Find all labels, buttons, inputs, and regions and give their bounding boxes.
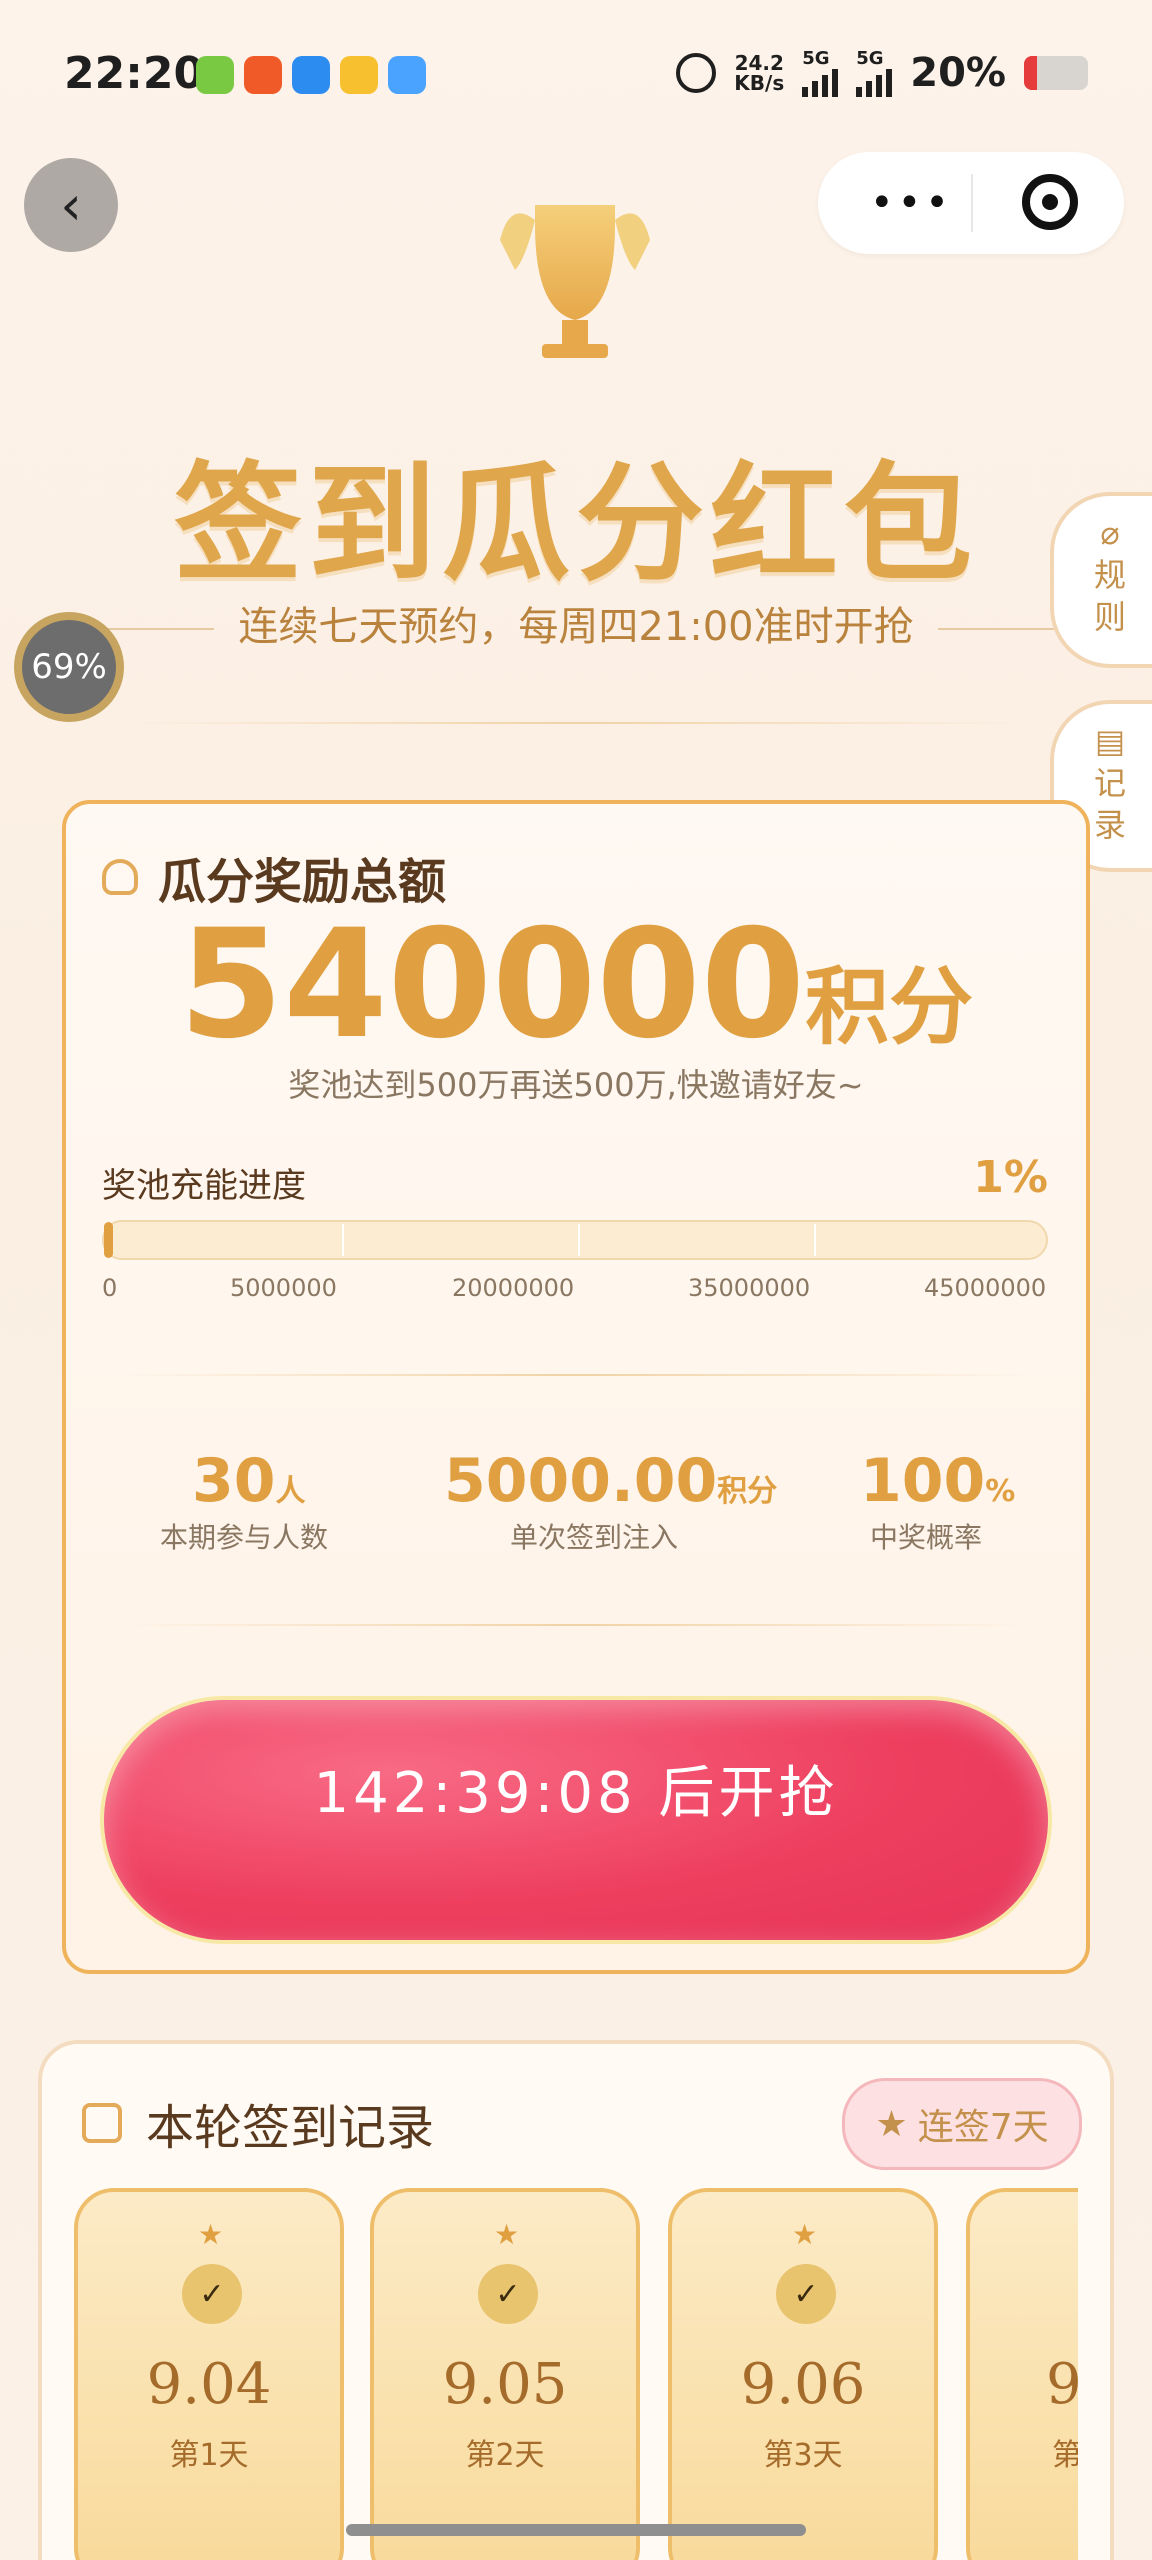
signal-sim1: 5G (802, 48, 839, 97)
star-icon: ★ (875, 2103, 908, 2145)
calendar-icon (82, 2103, 122, 2143)
progress-tick-label: 35000000 (688, 1274, 811, 1302)
home-indicator[interactable] (346, 2524, 806, 2536)
page-subtitle: 连续七天预约，每周四21:00准时开抢 (0, 594, 1152, 652)
battery-percent: 20% (910, 49, 1006, 96)
pool-progress-fill (104, 1222, 114, 1258)
records-header: 本轮签到记录 (82, 2088, 434, 2158)
day-card[interactable]: ★ ✓ 9.04 第1天 (74, 2188, 344, 2560)
status-bar: 22:20 24.2 KB/s 5G 5G 20% (0, 0, 1152, 120)
signal-bars-icon (856, 69, 893, 97)
network-speed: 24.2 KB/s (734, 50, 785, 95)
rules-tab[interactable]: ⌀ 规则 (1050, 492, 1152, 668)
check-icon: ✓ (776, 2264, 836, 2324)
status-right: 24.2 KB/s 5G 5G 20% (676, 48, 1088, 97)
day-date: 9 (1046, 2352, 1078, 2417)
app-icon-5 (388, 56, 426, 94)
trophy-icon (500, 205, 650, 358)
check-icon: ✓ (182, 2264, 242, 2324)
day-card[interactable]: ★ ✓ 9.05 第2天 (370, 2188, 640, 2560)
streak-badge: ★ 连签7天 (842, 2078, 1082, 2170)
back-button[interactable]: ‹ (24, 158, 118, 252)
alarm-icon (676, 52, 717, 93)
day-label: 第3天 (763, 2438, 843, 2473)
pool-progress-label: 奖池充能进度 (102, 1166, 306, 1206)
day-cards-scroll[interactable]: ★ ✓ 9.04 第1天 ★ ✓ 9.05 第2天 ★ ✓ 9.06 第3天 9… (74, 2188, 1078, 2560)
hero-divider (120, 722, 1032, 724)
check-icon: ✓ (478, 2264, 538, 2324)
bell-icon (102, 859, 138, 895)
stats-divider-top (120, 1374, 1032, 1376)
miniprogram-capsule: ••• (818, 152, 1124, 254)
day-date: 9.06 (740, 2352, 866, 2417)
day-card[interactable]: 9 第 (966, 2188, 1078, 2560)
day-label: 第 (1052, 2438, 1078, 2473)
weibo-icon (340, 56, 378, 94)
chevron-left-icon: ‹ (60, 173, 82, 237)
stat-winrate-label: 中奖概率 (870, 1521, 983, 1554)
star-icon: ★ (198, 2218, 224, 2251)
day-date: 9.05 (442, 2352, 568, 2417)
progress-tick-mark (814, 1224, 816, 1256)
pool-progress-bar (102, 1220, 1048, 1260)
floating-progress-badge[interactable]: 69% (14, 612, 124, 722)
subtitle-line-right (937, 628, 1058, 630)
target-icon[interactable] (1022, 174, 1078, 230)
document-icon: ▤ (1094, 722, 1126, 760)
stat-checkin-value: 5000.00积分 (444, 1446, 778, 1516)
more-dots-icon[interactable]: ••• (870, 180, 953, 226)
day-card[interactable]: ★ ✓ 9.06 第3天 (668, 2188, 938, 2560)
app-icon-1 (196, 56, 234, 94)
battery-icon (1024, 55, 1088, 90)
signal-bars-icon (802, 69, 839, 97)
stat-winrate-value: 100% (860, 1446, 1016, 1516)
progress-tick-label: 45000000 (924, 1274, 1047, 1302)
pool-progress-percent: 1% (973, 1152, 1048, 1203)
progress-tick-mark (578, 1224, 580, 1256)
star-icon: ★ (494, 2218, 520, 2251)
stat-participants-label: 本期参与人数 (160, 1521, 329, 1554)
stat-checkin-label: 单次签到注入 (510, 1521, 679, 1554)
page-title: 签到瓜分红包 (173, 450, 978, 599)
progress-tick-mark (342, 1224, 344, 1256)
day-label: 第1天 (169, 2438, 249, 2473)
app-icon-2 (244, 56, 282, 94)
reward-note: 奖池达到500万再送500万,快邀请好友~ (288, 1066, 864, 1104)
stats-divider-bottom (120, 1624, 1032, 1626)
progress-tick-label: 5000000 (230, 1274, 337, 1302)
star-icon: ★ (792, 2218, 818, 2251)
signal-sim2: 5G (856, 48, 893, 97)
reward-total: 540000积分 (178, 898, 974, 1072)
progress-tick-label: 20000000 (452, 1274, 575, 1302)
app-icon-3 (292, 56, 330, 94)
progress-tick-label: 0 (102, 1274, 118, 1302)
paperclip-icon: ⌀ (1100, 514, 1120, 552)
day-label: 第2天 (465, 2438, 545, 2473)
stat-participants-value: 30人 (192, 1446, 306, 1516)
subtitle-line-left (94, 628, 215, 630)
capsule-divider (971, 174, 973, 232)
day-date: 9.04 (146, 2352, 272, 2417)
grab-countdown-label: 142:39:08 后开抢 (313, 1761, 839, 1826)
status-time: 22:20 (64, 48, 205, 99)
